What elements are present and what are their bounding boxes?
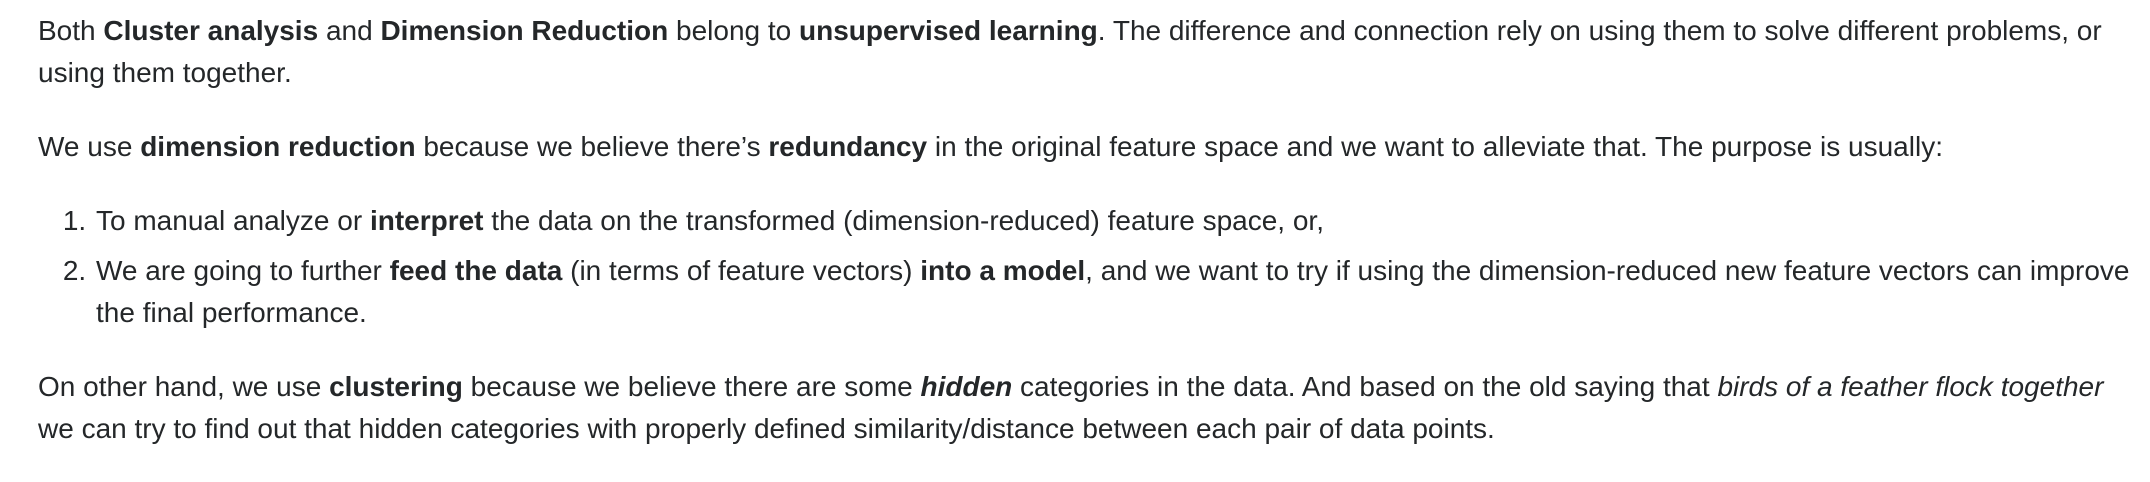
bold-term-clustering: clustering [329,371,463,402]
text: categories in the data. And based on the… [1012,371,1718,402]
text: and [318,15,381,46]
text: because we believe there are some [462,371,921,402]
bold-term-interpret: interpret [369,205,484,236]
bold-term-into-a-model: into a model [920,255,1086,286]
text: in the original feature space and we wan… [927,131,1943,162]
paragraph-intro: Both Cluster analysis and Dimension Redu… [38,10,2140,94]
text: the data on the transformed (dimension-r… [483,205,1324,236]
italic-hidden: hidden [920,371,1013,402]
text: belong to [668,15,800,46]
paragraph-clustering: On other hand, we use clustering because… [38,366,2140,450]
paragraph-dimension-reduction: We use dimension reduction because we be… [38,126,2140,168]
bold-term-dimension-reduction: Dimension Reduction [380,15,669,46]
text: because we believe there’s [415,131,769,162]
bold-term-redundancy: redundancy [768,131,928,162]
purpose-list: To manual analyze or interpret the data … [38,200,2140,334]
document-body: Both Cluster analysis and Dimension Redu… [38,10,2140,482]
bold-term-dimension-reduction: dimension reduction [140,131,416,162]
list-item: We are going to further feed the data (i… [94,250,2140,334]
text: We use [38,131,141,162]
text: we can try to find out that hidden categ… [38,413,1495,444]
bold-term-cluster-analysis: Cluster analysis [103,15,319,46]
text: Both [38,15,104,46]
bold-term-feed-the-data: feed the data [389,255,563,286]
text: (in terms of feature vectors) [562,255,921,286]
italic-saying: birds of a feather flock together [1717,371,2104,402]
bold-term-unsupervised-learning: unsupervised learning [799,15,1098,46]
bold-italic-term-hidden: hidden [921,371,1013,402]
list-item: To manual analyze or interpret the data … [94,200,2140,242]
text: We are going to further [96,255,390,286]
text: On other hand, we use [38,371,330,402]
text: To manual analyze or [96,205,370,236]
